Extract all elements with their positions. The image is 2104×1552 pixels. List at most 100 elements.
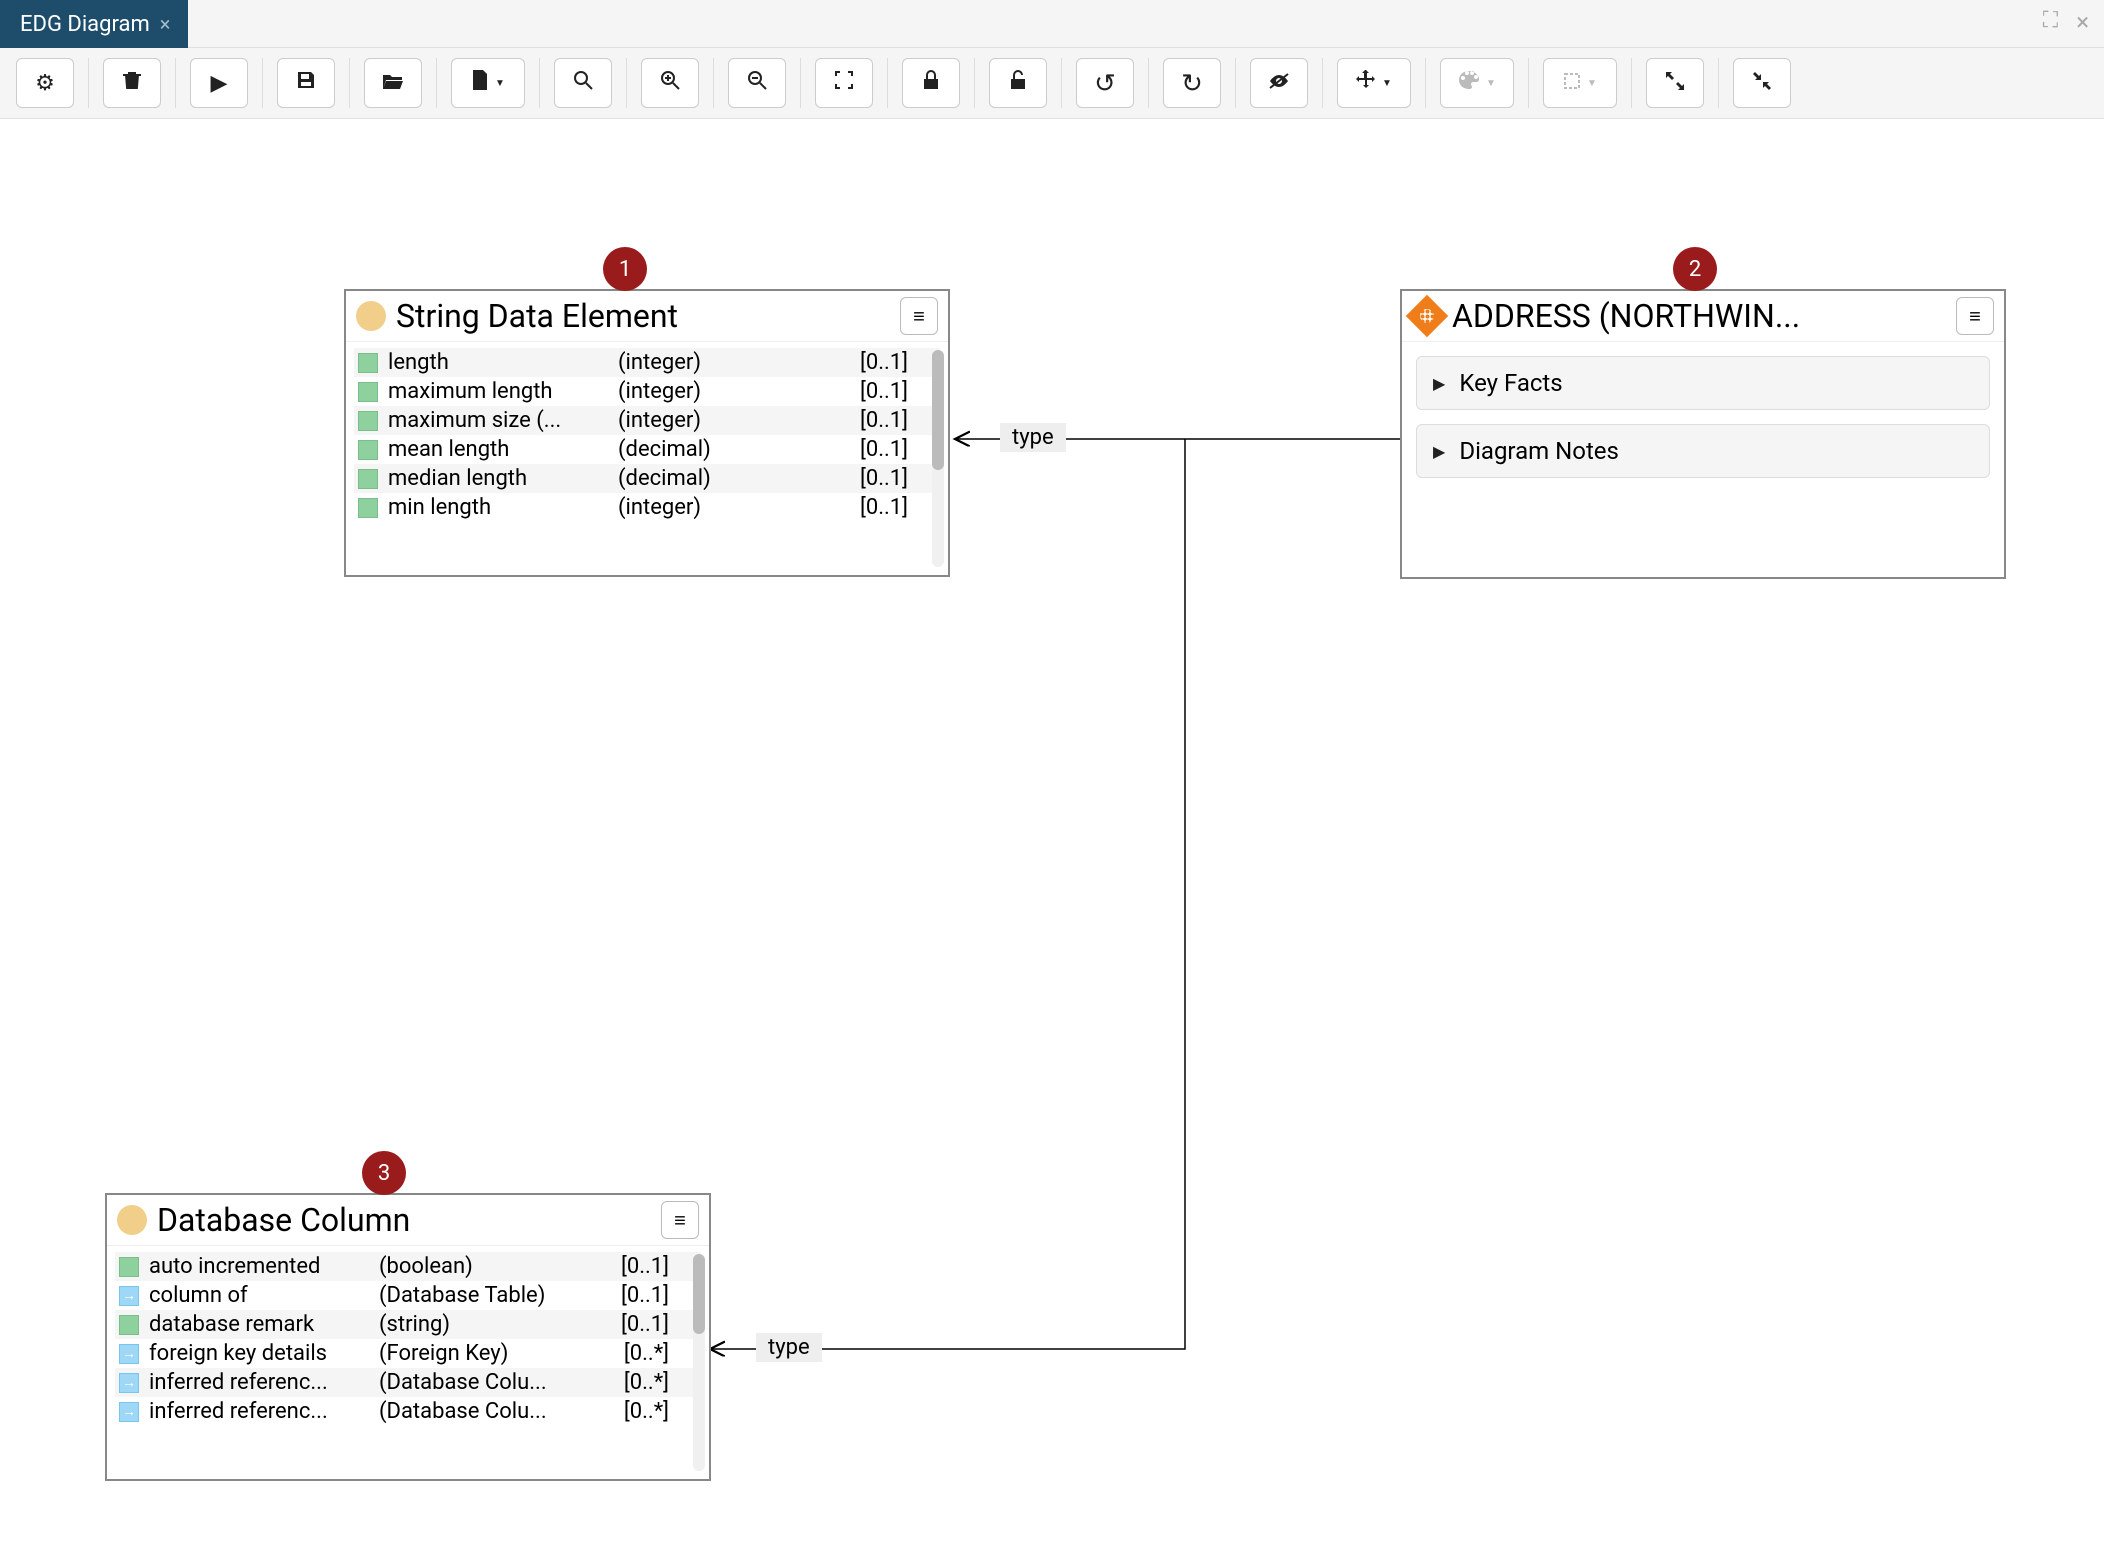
node-menu-button[interactable]: ≡ — [1956, 297, 1994, 335]
node-menu-button[interactable]: ≡ — [661, 1201, 699, 1239]
undo-icon: ↺ — [1094, 68, 1116, 99]
edge-label-type-2: type — [756, 1333, 822, 1362]
node-header: String Data Element ≡ — [346, 291, 948, 342]
export-image-button[interactable]: ▼ — [451, 58, 525, 108]
property-row[interactable]: database remark(string)[0..1] — [115, 1310, 701, 1339]
open-button[interactable] — [364, 58, 422, 108]
property-datatype: (integer) — [618, 379, 838, 404]
property-cardinality: [0..*] — [609, 1370, 669, 1395]
scrollbar-thumb[interactable] — [932, 350, 944, 470]
property-cardinality: [0..1] — [609, 1283, 669, 1308]
redo-button[interactable]: ↻ — [1163, 58, 1221, 108]
property-name: foreign key details — [149, 1341, 369, 1366]
diagram-canvas[interactable]: type type 1 String Data Element ≡ length… — [0, 119, 2104, 1551]
property-row[interactable]: column of(Database Table)[0..1] — [115, 1281, 701, 1310]
property-name: min length — [388, 495, 608, 520]
property-type-icon — [358, 382, 378, 402]
node-body: ▶ Key Facts ▶ Diagram Notes — [1402, 342, 2004, 492]
property-cardinality: [0..1] — [848, 466, 908, 491]
chevron-down-icon: ▼ — [1382, 78, 1392, 89]
crop-button[interactable]: ▼ — [1543, 58, 1617, 108]
save-icon — [296, 70, 316, 96]
property-row[interactable]: maximum length (integer) [0..1] — [354, 377, 940, 406]
property-cardinality: [0..*] — [609, 1399, 669, 1424]
property-datatype: (integer) — [618, 495, 838, 520]
move-icon — [1356, 70, 1376, 96]
property-type-icon — [358, 353, 378, 373]
zoom-in-icon — [660, 70, 680, 96]
node-title: Database Column — [157, 1201, 651, 1239]
node-database-column[interactable]: Database Column ≡ auto incremented(boole… — [105, 1193, 711, 1481]
property-type-icon — [119, 1257, 139, 1277]
hide-button[interactable] — [1250, 58, 1308, 108]
save-button[interactable] — [277, 58, 335, 108]
property-cardinality: [0..1] — [848, 379, 908, 404]
property-row[interactable]: mean length(decimal)[0..1] — [354, 435, 940, 464]
delete-button[interactable] — [103, 58, 161, 108]
property-row[interactable]: length(integer)[0..1] — [354, 348, 940, 377]
edge-label-type-1: type — [1000, 423, 1066, 452]
chevron-down-icon: ▼ — [495, 78, 505, 89]
unlock-icon — [1009, 70, 1027, 96]
property-datatype: (boolean) — [379, 1254, 599, 1279]
fit-screen-button[interactable] — [815, 58, 873, 108]
property-type-icon — [119, 1373, 139, 1393]
maximize-panel-icon[interactable]: ⛶ — [2043, 8, 2058, 36]
property-datatype: (integer) — [618, 350, 838, 375]
close-tab-icon[interactable]: × — [160, 12, 171, 36]
node-header: Database Column ≡ — [107, 1195, 709, 1246]
unlock-button[interactable] — [989, 58, 1047, 108]
node-address[interactable]: ADDRESS (NORTHWIN... ≡ ▶ Key Facts ▶ Dia… — [1400, 289, 2006, 579]
property-type-icon — [358, 498, 378, 518]
property-row[interactable]: inferred referenc...(Database Colu...[0.… — [115, 1368, 701, 1397]
property-row[interactable]: maximum size (...(integer)[0..1] — [354, 406, 940, 435]
property-cardinality: [0..1] — [848, 437, 908, 462]
property-name: database remark — [149, 1312, 369, 1337]
node-string-data-element[interactable]: String Data Element ≡ length(integer)[0.… — [344, 289, 950, 577]
settings-button[interactable]: ⚙ — [16, 58, 74, 108]
property-cardinality: [0..1] — [848, 495, 908, 520]
search-icon — [573, 70, 593, 96]
property-row[interactable]: auto incremented(boolean)[0..1] — [115, 1252, 701, 1281]
zoom-out-button[interactable] — [728, 58, 786, 108]
palette-button[interactable]: ▼ — [1440, 58, 1514, 108]
section-label: Diagram Notes — [1459, 437, 1619, 465]
move-button[interactable]: ▼ — [1337, 58, 1411, 108]
property-row[interactable]: inferred referenc...(Database Colu...[0.… — [115, 1397, 701, 1426]
node-title: String Data Element — [396, 297, 890, 335]
node-badge-2: 2 — [1673, 247, 1717, 291]
property-row[interactable]: foreign key details(Foreign Key)[0..*] — [115, 1339, 701, 1368]
tab-edg-diagram[interactable]: EDG Diagram × — [0, 0, 188, 48]
class-icon — [117, 1205, 147, 1235]
property-name: maximum length — [388, 379, 608, 404]
play-icon: ▶ — [211, 70, 228, 96]
chevron-right-icon: ▶ — [1433, 374, 1445, 393]
section-key-facts[interactable]: ▶ Key Facts — [1416, 356, 1990, 410]
property-type-icon — [119, 1286, 139, 1306]
undo-button[interactable]: ↺ — [1076, 58, 1134, 108]
property-cardinality: [0..1] — [848, 350, 908, 375]
property-row[interactable]: median length(decimal)[0..1] — [354, 464, 940, 493]
scrollbar-thumb[interactable] — [693, 1254, 705, 1334]
visibility-off-icon — [1268, 70, 1290, 96]
lock-button[interactable] — [902, 58, 960, 108]
section-diagram-notes[interactable]: ▶ Diagram Notes — [1416, 424, 1990, 478]
property-datatype: (Database Colu... — [379, 1399, 599, 1424]
property-type-icon — [119, 1344, 139, 1364]
node-body: auto incremented(boolean)[0..1]column of… — [107, 1246, 709, 1479]
node-menu-button[interactable]: ≡ — [900, 297, 938, 335]
property-type-icon — [358, 440, 378, 460]
folder-open-icon — [382, 70, 404, 96]
fit-screen-icon — [834, 70, 854, 96]
close-panel-icon[interactable]: × — [2076, 8, 2089, 36]
zoom-in-button[interactable] — [641, 58, 699, 108]
property-row[interactable]: min length (integer) [0..1] — [354, 493, 940, 522]
run-button[interactable]: ▶ — [190, 58, 248, 108]
node-badge-1: 1 — [603, 247, 647, 291]
collapse-button[interactable] — [1733, 58, 1791, 108]
property-datatype: (Database Table) — [379, 1283, 599, 1308]
crop-icon — [1563, 70, 1581, 96]
property-cardinality: [0..1] — [609, 1312, 669, 1337]
search-button[interactable] — [554, 58, 612, 108]
expand-button[interactable] — [1646, 58, 1704, 108]
